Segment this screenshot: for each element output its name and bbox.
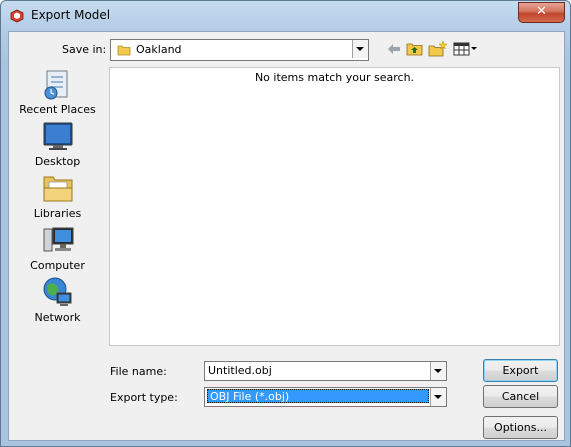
place-label: Desktop [34,155,81,168]
title-bar[interactable]: Export Model ✕ [1,1,570,31]
export-type-dropdown[interactable]: OBJ File (*.obj) [204,387,447,407]
network-icon [43,277,72,306]
options-button[interactable]: Options... [483,416,558,439]
export-model-dialog: Export Model ✕ Save in: Oakland Recent P… [0,0,571,447]
chevron-down-icon[interactable] [430,362,446,380]
chevron-down-icon[interactable] [352,40,368,58]
save-in-label: Save in: [62,43,107,56]
place-label: Computer [30,259,85,272]
cancel-button[interactable]: Cancel [483,385,558,408]
file-name-label: File name: [110,365,167,378]
view-menu-icon[interactable] [453,40,479,58]
place-label: Libraries [33,207,82,220]
file-name-value: Untitled.obj [208,364,272,377]
sketchup-app-icon [10,9,24,23]
export-button[interactable]: Export [483,359,558,382]
new-folder-icon[interactable] [428,40,448,58]
save-in-dropdown[interactable]: Oakland [110,39,369,61]
save-in-value: Oakland [136,43,182,56]
place-network[interactable]: Network [9,275,106,327]
file-name-field[interactable]: Untitled.obj [204,361,447,381]
export-type-value: OBJ File (*.obj) [210,390,290,403]
file-list[interactable]: No items match your search. [109,67,560,346]
window-title: Export Model [31,8,111,22]
export-type-selection: OBJ File (*.obj) [207,389,429,403]
export-type-label: Export type: [110,391,178,404]
place-label: Recent Places [19,103,96,116]
chevron-down-icon[interactable] [430,388,446,406]
place-desktop[interactable]: Desktop [9,119,106,171]
up-folder-icon[interactable] [406,40,424,58]
close-button[interactable]: ✕ [518,2,565,23]
libraries-icon [43,176,73,202]
place-libraries[interactable]: Libraries [9,171,106,223]
computer-icon [43,227,74,252]
back-arrow-icon[interactable] [386,40,402,58]
recent-places-icon [44,70,68,100]
dialog-body: Save in: Oakland Recent Places Desktop L… [8,31,565,441]
empty-message: No items match your search. [254,71,415,84]
place-recent-places[interactable]: Recent Places [9,67,106,119]
folder-icon [117,45,131,56]
desktop-icon [43,122,73,150]
place-label: Network [34,311,81,324]
places-bar: Recent Places Desktop Libraries Computer… [9,67,106,327]
place-computer[interactable]: Computer [9,223,106,275]
